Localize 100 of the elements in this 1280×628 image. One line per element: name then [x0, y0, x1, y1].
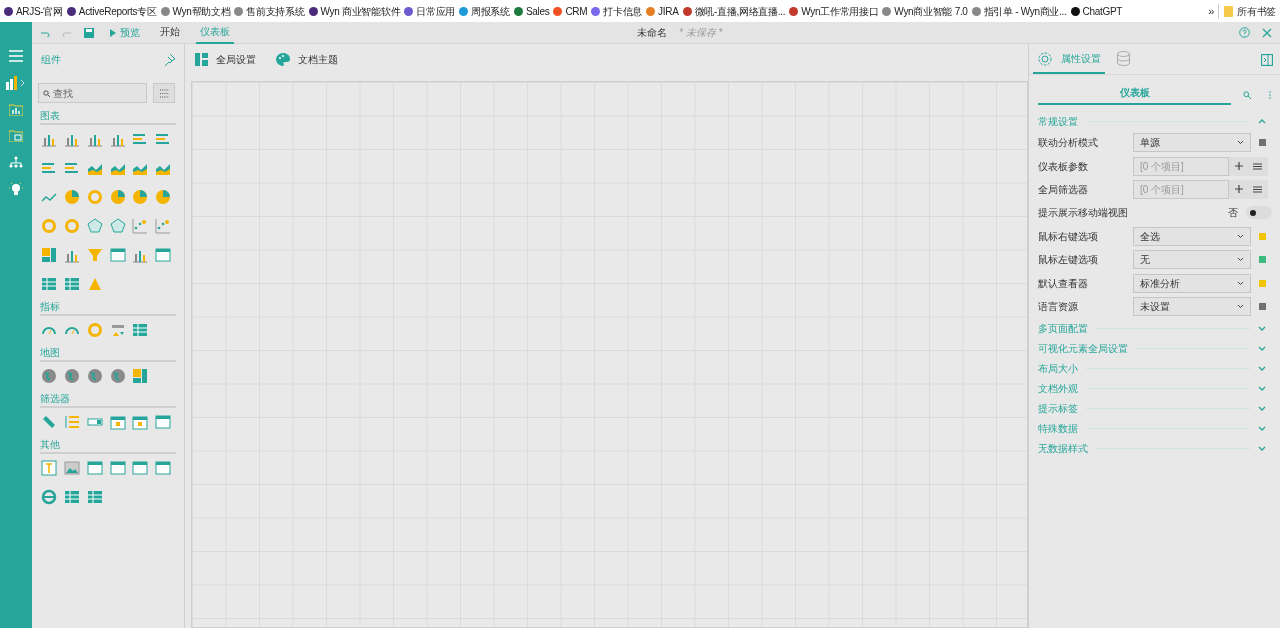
horizontal-bar-chart-icon[interactable]: [132, 131, 149, 147]
expand-icon[interactable]: [1258, 364, 1266, 373]
property-label: 默认查看器: [1038, 276, 1089, 291]
horizontal-bar-chart-icon[interactable]: [41, 160, 57, 176]
pyramid-icon[interactable]: [86, 276, 103, 292]
radar-chart-icon[interactable]: [86, 218, 103, 234]
window-icon[interactable]: [86, 460, 103, 476]
window-icon[interactable]: [109, 247, 126, 263]
collapse-icon[interactable]: [1258, 117, 1266, 125]
bookmark[interactable]: Wyn帮助文档: [160, 3, 231, 19]
bookmark[interactable]: Wyn商业智能 7.0: [882, 3, 968, 19]
list-icon[interactable]: [1253, 162, 1262, 170]
window-icon[interactable]: [155, 460, 172, 476]
toolbar-button[interactable]: 全局设置: [195, 52, 256, 67]
dropdown[interactable]: 全选: [1133, 226, 1251, 246]
chevron-down-icon: [1237, 233, 1244, 239]
dropdown[interactable]: 标准分析: [1133, 273, 1251, 293]
expand-icon[interactable]: [1258, 344, 1266, 353]
pie-chart-icon[interactable]: [109, 189, 126, 205]
property-label: 联动分析模式: [1038, 136, 1099, 151]
toggle-switch[interactable]: [1246, 206, 1272, 220]
bookmark[interactable]: Wyn工作常用接口: [789, 3, 879, 19]
donut-chart-icon[interactable]: [63, 218, 80, 234]
dropdown[interactable]: 无: [1133, 250, 1251, 270]
toolbar-button[interactable]: 文档主题: [276, 52, 338, 67]
search-field[interactable]: 查找: [38, 83, 147, 103]
more-bookmarks-button[interactable]: »: [1208, 2, 1215, 20]
bookmark[interactable]: JIRA: [646, 3, 679, 19]
search-icon[interactable]: [1243, 91, 1251, 99]
pie-chart-icon[interactable]: [155, 189, 172, 205]
bar-chart-icon[interactable]: [6, 76, 26, 90]
donut-chart-icon[interactable]: [86, 322, 103, 338]
ribbon-tab[interactable]: 开始: [156, 21, 184, 44]
all-bookmarks-folder[interactable]: 所有书签: [1218, 3, 1276, 19]
image-icon[interactable]: [63, 460, 80, 476]
donut-chart-icon[interactable]: [86, 189, 103, 205]
bookmark[interactable]: Wyn 商业智能软件: [308, 3, 401, 19]
window-icon[interactable]: [132, 460, 149, 476]
list-icon[interactable]: [1253, 185, 1262, 193]
tag-icon[interactable]: [41, 414, 57, 430]
bookmark[interactable]: 微吼-直播,网络直播...: [682, 3, 786, 19]
treemap-icon[interactable]: [41, 247, 57, 263]
expand-icon[interactable]: [1258, 444, 1266, 453]
expand-icon[interactable]: [1258, 404, 1266, 413]
window-icon[interactable]: [109, 460, 126, 476]
menu-icon[interactable]: [9, 50, 23, 62]
help-icon[interactable]: [1239, 27, 1250, 38]
expand-icon[interactable]: [1258, 384, 1266, 393]
funnel-icon[interactable]: [86, 247, 103, 263]
folder-chart-icon[interactable]: [9, 104, 23, 116]
expand-icon[interactable]: [1258, 324, 1266, 333]
folder-chart-icon[interactable]: [9, 130, 23, 142]
donut-chart-icon[interactable]: [41, 218, 57, 234]
list-field[interactable]: [0 个项目]: [1133, 179, 1229, 199]
bookmark[interactable]: 指引单 - Wyn商业...: [971, 3, 1067, 19]
calendar-icon[interactable]: [109, 414, 126, 430]
dropdown[interactable]: 单源: [1133, 133, 1251, 153]
add-icon[interactable]: [1235, 185, 1243, 194]
table-icon[interactable]: [63, 276, 80, 292]
text-box-icon[interactable]: [41, 460, 57, 476]
pin-icon[interactable]: [163, 53, 176, 66]
bookmark[interactable]: 日常应用: [404, 3, 456, 19]
pie-chart-icon[interactable]: [63, 189, 80, 205]
globe-icon[interactable]: [109, 368, 126, 384]
add-icon[interactable]: [1235, 162, 1243, 171]
pie-chart-icon[interactable]: [132, 189, 149, 205]
dropdown[interactable]: 未设置: [1133, 296, 1251, 316]
bookmark[interactable]: ActiveReports专区: [66, 3, 157, 19]
bookmark[interactable]: CRM: [553, 3, 588, 19]
list-field[interactable]: [0 个项目]: [1133, 156, 1229, 176]
grid-view-button[interactable]: [153, 83, 175, 103]
table-icon[interactable]: [63, 489, 80, 505]
bookmark[interactable]: 周报系统: [459, 3, 510, 19]
globe-icon[interactable]: [41, 368, 57, 384]
expand-icon[interactable]: [1258, 424, 1266, 433]
globe-icon[interactable]: [86, 368, 103, 384]
window-icon[interactable]: [155, 247, 172, 263]
horizontal-bar-chart-icon[interactable]: [155, 131, 172, 147]
bookmark[interactable]: Sales: [513, 3, 550, 19]
hierarchy-icon[interactable]: [9, 156, 23, 168]
bookmark[interactable]: 售前支持系统: [234, 3, 305, 19]
window-icon[interactable]: [155, 414, 172, 430]
table-icon[interactable]: [132, 322, 149, 338]
panel-toggle-icon[interactable]: [1261, 54, 1273, 66]
close-icon[interactable]: [1262, 27, 1272, 38]
bookmark[interactable]: 打卡信息: [591, 3, 643, 19]
scatter-chart-icon[interactable]: [132, 218, 149, 234]
table-icon[interactable]: [86, 489, 103, 505]
save-icon[interactable]: [84, 27, 94, 38]
scatter-chart-icon[interactable]: [155, 218, 172, 234]
globe-icon[interactable]: [63, 368, 80, 384]
number-icon[interactable]: [109, 322, 126, 338]
table-icon[interactable]: [41, 276, 57, 292]
bookmark[interactable]: ChatGPT: [1070, 3, 1123, 19]
horizontal-bar-chart-icon[interactable]: [63, 160, 80, 176]
lightbulb-icon[interactable]: [9, 182, 23, 196]
treemap-icon[interactable]: [132, 368, 149, 384]
radar-chart-icon[interactable]: [109, 218, 126, 234]
bookmark[interactable]: ARJS-官网: [4, 3, 63, 19]
calendar-icon[interactable]: [132, 414, 149, 430]
